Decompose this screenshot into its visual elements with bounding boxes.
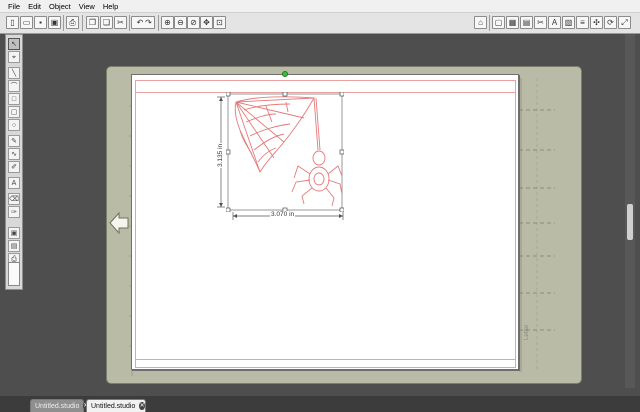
menu-edit[interactable]: Edit bbox=[24, 2, 45, 11]
height-dimension-label: 3.135 in bbox=[217, 142, 224, 168]
scissors-icon[interactable]: ✂ bbox=[114, 16, 127, 29]
text-tool-icon[interactable]: A bbox=[8, 177, 20, 189]
toolbar-separator bbox=[129, 15, 130, 31]
ellipse-tool-icon[interactable]: ○ bbox=[8, 119, 20, 131]
menu-view[interactable]: View bbox=[75, 2, 99, 11]
menu-file[interactable]: File bbox=[4, 2, 24, 11]
open-icon[interactable]: ▭ bbox=[20, 16, 33, 29]
menu-bar: File Edit Object View Help bbox=[0, 0, 640, 13]
registration-icon[interactable]: ▤ bbox=[520, 16, 533, 29]
knife-tool-icon[interactable]: ✑ bbox=[8, 206, 20, 218]
tab-label: Untitled.studio bbox=[91, 402, 136, 410]
eraser-tool-icon[interactable]: ⌫ bbox=[8, 193, 20, 205]
grid-icon[interactable]: ▦ bbox=[506, 16, 519, 29]
fill-color-icon[interactable]: ▧ bbox=[562, 16, 575, 29]
spider-web-artwork bbox=[226, 92, 344, 212]
drawing-tools-panel: ↖ ⌖ ╲ ⌒ □ ▢ ○ ✎ ∿ ✐ A ⌫ ✑ ▣ ▤ ⎙ bbox=[5, 34, 23, 290]
feed-direction-arrow-icon bbox=[109, 211, 129, 235]
save-as-icon[interactable]: ▣ bbox=[48, 16, 61, 29]
tab-untitled-2[interactable]: Untitled.studio ✕ bbox=[86, 399, 146, 412]
new-icon[interactable]: ▯ bbox=[6, 16, 19, 29]
rotate-handle[interactable] bbox=[282, 71, 288, 77]
tab-label: Untitled.studio bbox=[35, 402, 80, 410]
rectangle-tool-icon[interactable]: □ bbox=[8, 93, 20, 105]
smooth-freehand-tool-icon[interactable]: ∿ bbox=[8, 148, 20, 160]
store-icon[interactable]: ⌂ bbox=[474, 16, 487, 29]
rotate-icon[interactable]: ⟳ bbox=[604, 16, 617, 29]
copy-icon[interactable]: ❐ bbox=[86, 16, 99, 29]
toolbar-separator bbox=[63, 15, 64, 31]
zoom-out-icon[interactable]: ⊖ bbox=[174, 16, 187, 29]
zoom-box-icon[interactable]: ⊘ bbox=[187, 16, 200, 29]
menu-object[interactable]: Object bbox=[45, 2, 75, 11]
scrollbar-thumb[interactable] bbox=[627, 204, 633, 240]
print-icon[interactable]: ⎙ bbox=[66, 16, 79, 29]
polygon-tool-icon[interactable]: ⌒ bbox=[8, 80, 20, 92]
spider-web-design[interactable] bbox=[226, 92, 344, 212]
save-icon[interactable]: ▪ bbox=[34, 16, 47, 29]
toolbar-separator bbox=[158, 15, 159, 31]
toolbar-separator bbox=[82, 15, 83, 31]
scale-icon[interactable]: ⤢ bbox=[618, 16, 631, 29]
design-store-tool-icon[interactable]: ▤ bbox=[8, 240, 20, 252]
color-swatch[interactable] bbox=[8, 262, 20, 286]
close-icon[interactable]: ✕ bbox=[139, 402, 145, 410]
main-toolbar: ▯ ▭ ▪ ▣ ⎙ ❐ ❏ ✂ ↶▾ ↷ ⊕ ⊖ ⊘ ✥ ⊡ ⌂ ▢ ▦ ▤ ✂… bbox=[0, 13, 640, 34]
page-settings-icon[interactable]: ▢ bbox=[492, 16, 505, 29]
select-tool-icon[interactable]: ↖ bbox=[8, 38, 20, 50]
library-tool-icon[interactable]: ▣ bbox=[8, 227, 20, 239]
paste-icon[interactable]: ❏ bbox=[100, 16, 113, 29]
text-style-icon[interactable]: A bbox=[548, 16, 561, 29]
cut-line-bottom bbox=[135, 359, 516, 360]
rounded-rectangle-tool-icon[interactable]: ▢ bbox=[8, 106, 20, 118]
redo-icon[interactable]: ↷ bbox=[143, 16, 155, 29]
pan-icon[interactable]: ✥ bbox=[200, 16, 213, 29]
toolbar-separator bbox=[489, 15, 490, 31]
fit-to-window-icon[interactable]: ⊡ bbox=[213, 16, 226, 29]
line-style-icon[interactable]: ≡ bbox=[576, 16, 589, 29]
cut-settings-icon[interactable]: ✂ bbox=[534, 16, 547, 29]
point-edit-tool-icon[interactable]: ⌖ bbox=[8, 51, 20, 63]
tab-untitled-1[interactable]: Untitled.studio ✕ bbox=[30, 399, 89, 412]
width-dimension-label: 3.070 in bbox=[270, 211, 296, 218]
zoom-in-icon[interactable]: ⊕ bbox=[161, 16, 174, 29]
pen-tool-icon[interactable]: ✐ bbox=[8, 161, 20, 173]
move-icon[interactable]: ✣ bbox=[590, 16, 603, 29]
freehand-tool-icon[interactable]: ✎ bbox=[8, 135, 20, 147]
line-tool-icon[interactable]: ╲ bbox=[8, 67, 20, 79]
menu-help[interactable]: Help bbox=[99, 2, 122, 11]
mat-size-label: Letter bbox=[524, 324, 530, 340]
